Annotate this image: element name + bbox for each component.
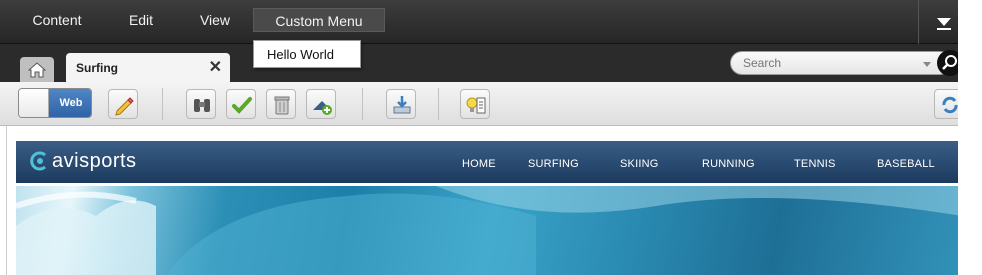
- site-nav-skiing[interactable]: SKIING: [620, 158, 659, 170]
- editor-toolbar: Web: [0, 82, 962, 126]
- tab-surfing[interactable]: Surfing ✕: [66, 53, 230, 82]
- toolbar-divider: [362, 88, 363, 120]
- add-to-bundle-button[interactable]: [306, 89, 336, 119]
- toolbar-divider: [438, 88, 439, 120]
- home-tab[interactable]: [20, 57, 54, 82]
- trash-icon: [274, 96, 290, 115]
- menu-edit[interactable]: Edit: [104, 8, 178, 32]
- view-mode-toggle[interactable]: Web: [18, 88, 92, 118]
- site-navbar: avisports HOME SURFING SKIING RUNNING TE…: [16, 141, 962, 183]
- torn-edge: [958, 0, 982, 275]
- delete-button[interactable]: [266, 89, 296, 119]
- tab-strip: Surfing ✕: [0, 44, 963, 82]
- toggle-state-label: Web: [49, 89, 91, 117]
- menu-content[interactable]: Content: [18, 8, 96, 32]
- menubar-overflow-button[interactable]: [918, 0, 962, 44]
- site-nav-running[interactable]: RUNNING: [702, 158, 755, 170]
- close-icon[interactable]: ✕: [209, 57, 222, 77]
- approve-button[interactable]: [226, 89, 256, 119]
- lightbulb-list-icon: [466, 97, 486, 114]
- wave-illustration: [16, 186, 962, 275]
- logo-text: avisports: [52, 150, 137, 172]
- refresh-button[interactable]: [934, 89, 960, 119]
- import-button[interactable]: [386, 89, 416, 119]
- site-nav-baseball[interactable]: BASEBALL: [877, 158, 935, 170]
- download-tray-icon: [393, 96, 411, 114]
- add-arrow-icon: [313, 101, 332, 115]
- search-input[interactable]: [741, 55, 911, 71]
- home-icon: [28, 62, 46, 78]
- properties-button[interactable]: [460, 89, 490, 119]
- pencil-icon: [115, 97, 134, 116]
- custom-menu-dropdown: Hello World: [253, 40, 361, 68]
- binoculars-icon: [194, 99, 210, 112]
- toolbar-divider: [162, 88, 163, 120]
- top-menubar: Content Edit View Custom Menu: [0, 0, 962, 44]
- dropdown-item-hello-world[interactable]: Hello World: [254, 41, 360, 62]
- menu-custom-menu[interactable]: Custom Menu: [253, 8, 385, 32]
- avisports-logo-icon: [30, 151, 46, 171]
- checkmark-icon: [232, 97, 252, 114]
- site-nav-home[interactable]: HOME: [462, 158, 496, 170]
- search-icon: [942, 55, 957, 70]
- menu-view[interactable]: View: [180, 8, 250, 32]
- hero-wave-image: [16, 186, 962, 275]
- search-box: [730, 51, 952, 75]
- preview-button[interactable]: [186, 89, 216, 119]
- site-nav-surfing[interactable]: SURFING: [528, 158, 579, 170]
- edit-button[interactable]: [108, 89, 138, 119]
- chevron-down-icon[interactable]: [923, 62, 931, 67]
- site-nav-tennis[interactable]: TENNIS: [794, 158, 836, 170]
- tab-label: Surfing: [76, 61, 118, 75]
- toggle-knob: [19, 89, 49, 117]
